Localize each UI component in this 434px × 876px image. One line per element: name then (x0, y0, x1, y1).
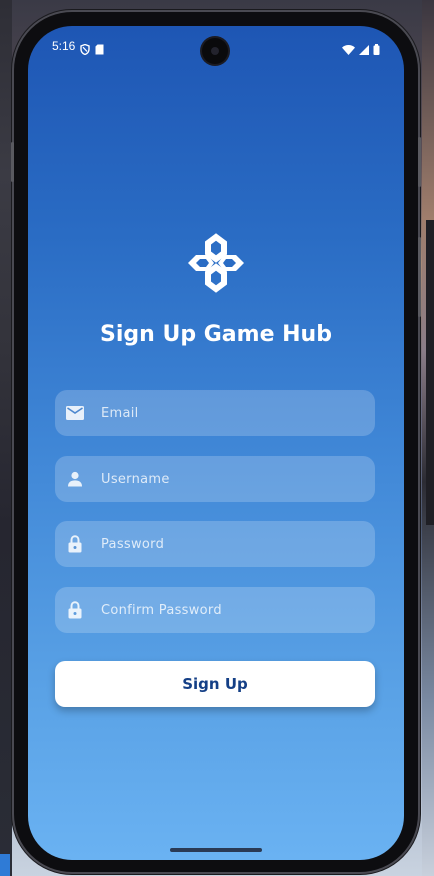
background-left-edge (0, 0, 12, 876)
page-title: Sign Up Game Hub (100, 322, 332, 347)
shield-icon (80, 40, 90, 59)
background-right-edge (422, 0, 434, 876)
email-input[interactable] (99, 404, 353, 422)
username-input[interactable] (99, 470, 353, 488)
cellular-signal-icon (359, 40, 369, 59)
taskbar-tab (0, 854, 10, 876)
sim-card-icon (95, 40, 104, 59)
wifi-icon (342, 40, 355, 59)
email-field[interactable] (55, 390, 375, 436)
status-bar: 5:16 (28, 26, 404, 66)
app-screen: 5:16 Sign Up Game Hub Email Username Sig… (28, 26, 404, 860)
confirm-password-input[interactable] (99, 601, 353, 619)
username-field[interactable] (55, 456, 375, 502)
battery-icon (373, 40, 380, 59)
front-camera (202, 38, 228, 64)
person-icon (65, 469, 85, 489)
status-time: 5:16 (52, 39, 76, 53)
mail-icon (65, 403, 85, 423)
confirm-password-field[interactable] (55, 587, 375, 633)
phone-frame: 5:16 Sign Up Game Hub Email Username Sig… (11, 12, 421, 872)
password-input[interactable] (99, 535, 353, 553)
gamepad-icon (184, 231, 248, 295)
password-field[interactable] (55, 521, 375, 567)
sign-up-button[interactable]: Sign Up (55, 661, 375, 707)
lock-icon (65, 534, 85, 554)
home-indicator[interactable] (170, 848, 262, 852)
lock-icon (65, 600, 85, 620)
